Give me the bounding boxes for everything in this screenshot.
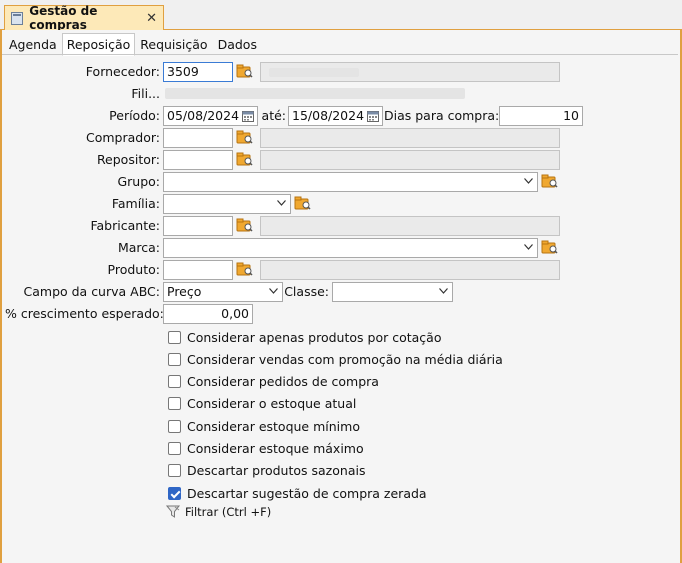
option-estoque-minimo[interactable]: Considerar estoque mínimo <box>168 417 503 435</box>
close-icon[interactable]: ✕ <box>146 11 157 26</box>
option-sugestao-zerada[interactable]: Descartar sugestão de compra zerada <box>168 484 503 502</box>
option-label: Considerar vendas com promoção na média … <box>187 351 503 367</box>
chevron-down-icon <box>269 288 278 294</box>
window-icon <box>11 11 24 25</box>
option-label: Descartar produtos sazonais <box>187 463 366 479</box>
dias-compra-input[interactable]: 10 <box>499 106 583 126</box>
option-label: Considerar estoque máximo <box>187 440 364 456</box>
checkbox[interactable] <box>168 441 181 455</box>
curva-abc-selected-value: Preço <box>167 284 202 299</box>
option-label: Considerar apenas produtos por cotação <box>187 329 442 345</box>
grupo-search-icon[interactable] <box>541 174 558 189</box>
produto-label: Produto: <box>107 262 160 277</box>
fornecedor-name-field <box>260 62 560 82</box>
curva-abc-select[interactable]: Preço <box>163 282 283 302</box>
fabricante-input[interactable] <box>163 216 233 236</box>
tab-strip: Agenda Reposição Requisição Dados <box>4 33 262 56</box>
filial-label: Fili... <box>131 86 160 101</box>
checkbox[interactable] <box>168 352 181 366</box>
periodo-end-input[interactable]: 15/08/2024 <box>288 106 383 126</box>
comprador-label: Comprador: <box>86 130 160 145</box>
periodo-start-value: 05/08/2024 <box>167 108 240 123</box>
fornecedor-search-icon[interactable] <box>236 64 253 79</box>
calendar-icon[interactable] <box>367 110 379 122</box>
option-estoque-atual[interactable]: Considerar o estoque atual <box>168 395 503 413</box>
repositor-name-field <box>260 150 560 170</box>
chevron-down-icon <box>524 178 533 184</box>
option-label: Considerar estoque mínimo <box>187 418 360 434</box>
crescimento-input[interactable]: 0,00 <box>163 304 253 324</box>
produto-name-field <box>260 260 560 280</box>
familia-label: Família: <box>111 196 160 211</box>
familia-select[interactable] <box>163 194 291 214</box>
chevron-down-icon <box>439 288 448 294</box>
fornecedor-input[interactable]: 3509 <box>163 62 233 82</box>
tab-divider <box>2 54 678 55</box>
marca-search-icon[interactable] <box>541 240 558 255</box>
filter-label: Filtrar (Ctrl +F) <box>185 505 272 519</box>
crescimento-label: % crescimento esperado: <box>5 306 164 321</box>
window-tab-title: Gestão de compras <box>29 4 98 32</box>
options-list: Considerar apenas produtos por cotação C… <box>168 328 503 506</box>
comprador-input[interactable] <box>163 128 233 148</box>
chevron-down-icon <box>277 200 286 206</box>
curva-abc-label: Campo da curva ABC: <box>23 284 161 299</box>
repositor-search-icon[interactable] <box>236 152 253 167</box>
checkbox[interactable] <box>168 330 181 344</box>
fabricante-name-field <box>260 216 560 236</box>
calendar-icon[interactable] <box>242 110 254 122</box>
grupo-label: Grupo: <box>117 174 160 189</box>
checkbox[interactable] <box>168 375 181 389</box>
option-pedidos[interactable]: Considerar pedidos de compra <box>168 373 503 391</box>
tab-dados[interactable]: Dados <box>213 33 262 56</box>
filial-value-blurred <box>165 88 465 99</box>
checkbox[interactable] <box>168 419 181 433</box>
dias-compra-label: Dias para compra: <box>384 108 500 123</box>
tab-reposicao[interactable]: Reposição <box>61 33 136 56</box>
option-sazonais[interactable]: Descartar produtos sazonais <box>168 462 503 480</box>
classe-label: Classe: <box>284 284 329 299</box>
periodo-end-value: 15/08/2024 <box>292 108 365 123</box>
produto-input[interactable] <box>163 260 233 280</box>
tab-agenda[interactable]: Agenda <box>4 33 62 56</box>
familia-search-icon[interactable] <box>294 196 311 211</box>
grupo-select[interactable] <box>163 172 538 192</box>
filter-button[interactable]: Filtrar (Ctrl +F) <box>166 505 271 519</box>
comprador-name-field <box>260 128 560 148</box>
fabricante-label: Fabricante: <box>90 218 160 233</box>
produto-search-icon[interactable] <box>236 262 253 277</box>
window-tab-gestao-compras[interactable]: Gestão de compras ✕ <box>4 4 164 32</box>
option-promocao[interactable]: Considerar vendas com promoção na média … <box>168 350 503 368</box>
repositor-label: Repositor: <box>96 152 160 167</box>
periodo-start-input[interactable]: 05/08/2024 <box>163 106 258 126</box>
classe-select[interactable] <box>332 282 453 302</box>
fabricante-search-icon[interactable] <box>236 218 253 233</box>
checkbox[interactable] <box>168 397 181 411</box>
funnel-icon <box>166 505 181 518</box>
checkbox-checked[interactable] <box>168 486 181 500</box>
marca-label: Marca: <box>117 240 160 255</box>
tab-requisicao[interactable]: Requisição <box>135 33 212 56</box>
marca-select[interactable] <box>163 238 538 258</box>
option-label: Considerar pedidos de compra <box>187 374 379 390</box>
option-estoque-maximo[interactable]: Considerar estoque máximo <box>168 439 503 457</box>
comprador-search-icon[interactable] <box>236 130 253 145</box>
option-label: Descartar sugestão de compra zerada <box>187 485 427 501</box>
fornecedor-label: Fornecedor: <box>85 64 160 79</box>
repositor-input[interactable] <box>163 150 233 170</box>
periodo-label: Período: <box>109 108 160 123</box>
checkbox[interactable] <box>168 464 181 478</box>
chevron-down-icon <box>524 244 533 250</box>
ate-label: até: <box>261 108 286 123</box>
option-cotacao[interactable]: Considerar apenas produtos por cotação <box>168 328 503 346</box>
option-label: Considerar o estoque atual <box>187 396 357 412</box>
